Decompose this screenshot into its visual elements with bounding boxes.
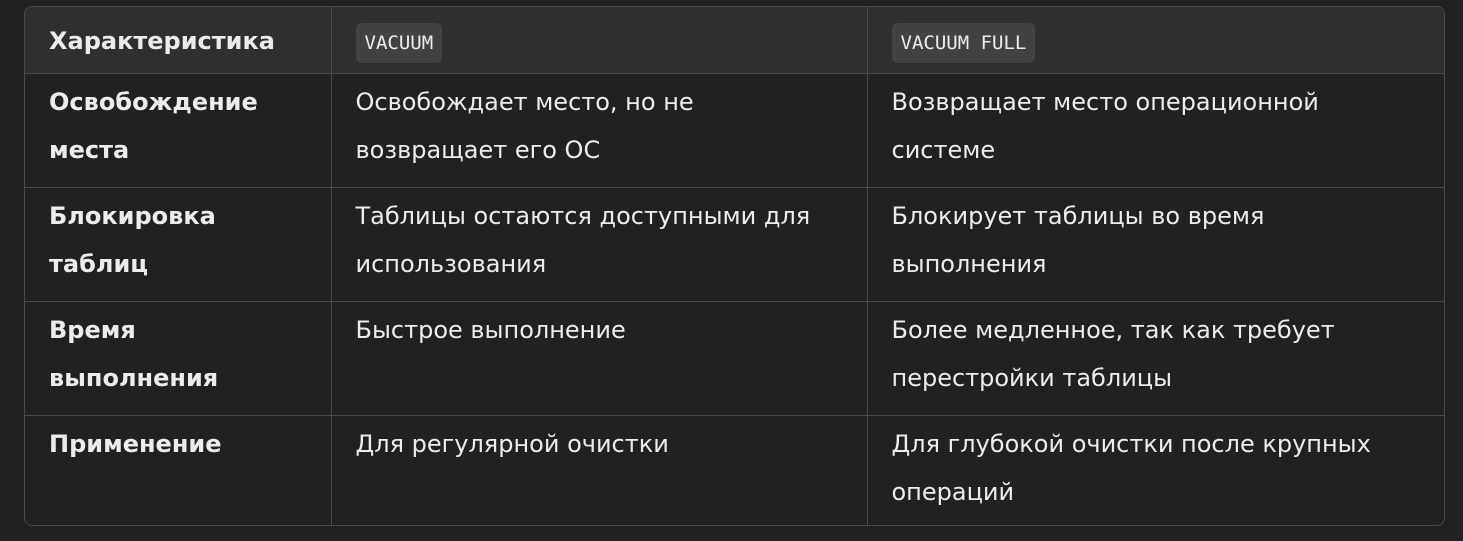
cell-vacuum: Быстрое выполнение [331,301,868,416]
code-vacuum: VACUUM [355,23,443,63]
table-row: Применение Для регулярной очистки Для гл… [25,415,1444,525]
header-vacuum: VACUUM [331,7,868,74]
table-row: Освобождение места Освобождает место, но… [25,73,1444,188]
table-row: Время выполнения Быстрое выполнение Боле… [25,301,1444,416]
cell-vacuum-full: Более медленное, так как требует перестр… [867,301,1444,416]
row-label: Применение [25,415,332,525]
row-label: Освобождение места [25,73,332,188]
cell-vacuum: Таблицы остаются доступными для использо… [331,187,868,302]
comparison-table-container: Характеристика VACUUM VACUUM FULL Освобо… [24,6,1445,526]
cell-vacuum: Для регулярной очистки [331,415,868,525]
cell-vacuum-full: Блокирует таблицы во время выполнения [867,187,1444,302]
cell-vacuum-full: Возвращает место операционной системе [867,73,1444,188]
header-characteristic: Характеристика [25,7,332,74]
row-label: Блокировка таблиц [25,187,332,302]
comparison-table: Характеристика VACUUM VACUUM FULL Освобо… [25,7,1444,525]
header-vacuum-full: VACUUM FULL [867,7,1444,74]
cell-vacuum-full: Для глубокой очистки после крупных опера… [891,429,1371,506]
table-row: Блокировка таблиц Таблицы остаются досту… [25,187,1444,302]
cell-vacuum: Освобождает место, но не возвращает его … [331,73,868,188]
row-label: Время выполнения [25,301,332,416]
table-header-row: Характеристика VACUUM VACUUM FULL [25,7,1444,74]
code-vacuum-full: VACUUM FULL [891,23,1036,63]
